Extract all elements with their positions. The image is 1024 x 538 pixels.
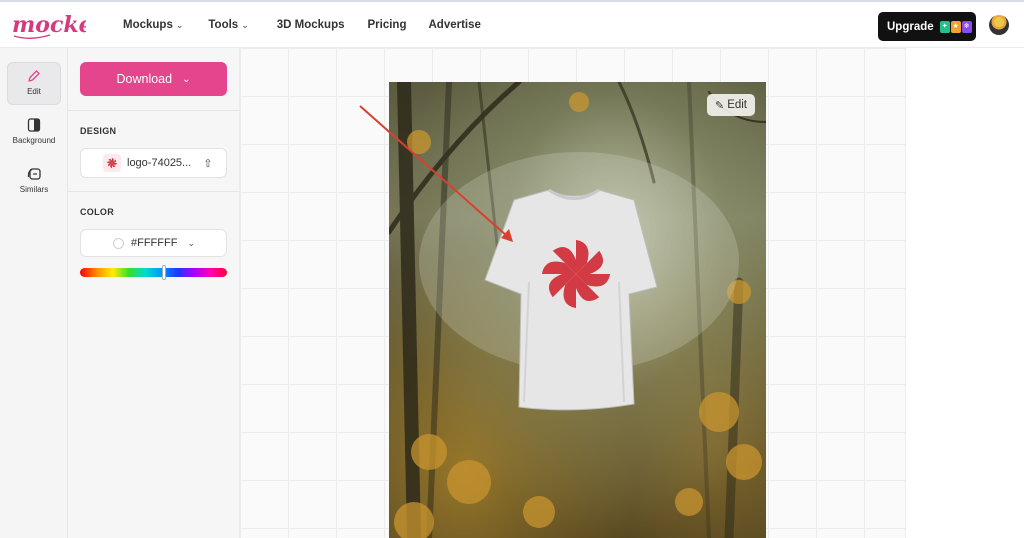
edit-mockup-button[interactable]: ✎ Edit bbox=[707, 94, 755, 116]
color-picker-dropdown[interactable]: #FFFFFF ⌄ bbox=[80, 229, 227, 257]
color-value: #FFFFFF bbox=[131, 237, 178, 249]
nav-3d-mockups[interactable]: 3D Mockups bbox=[277, 19, 345, 31]
divider bbox=[68, 191, 240, 192]
edit-panel: Download ⌄ DESIGN logo-74025... ⇧ COLOR bbox=[68, 48, 240, 538]
pencil-icon bbox=[28, 70, 40, 82]
star-icon: ★ bbox=[950, 20, 961, 33]
divider bbox=[68, 110, 240, 111]
color-swatch bbox=[113, 237, 124, 249]
rail-item-similars[interactable]: Similars bbox=[7, 161, 61, 204]
chevron-down-icon: ⌄ bbox=[182, 73, 191, 85]
upgrade-button[interactable]: Upgrade ✦ ★ ❄ bbox=[878, 12, 976, 41]
svg-text:mockey: mockey bbox=[12, 12, 86, 38]
rail-item-edit-label: Edit bbox=[27, 87, 41, 96]
tool-rail: Edit Background Similars bbox=[0, 48, 68, 538]
edit-mockup-label: Edit bbox=[727, 99, 748, 111]
nav-pricing[interactable]: Pricing bbox=[368, 19, 407, 31]
chevron-down-icon: ⌄ bbox=[175, 19, 184, 30]
design-file-chip[interactable]: logo-74025... ⇧ bbox=[80, 148, 227, 178]
upload-icon[interactable]: ⇧ bbox=[203, 157, 212, 170]
pencil-icon: ✎ bbox=[714, 99, 725, 112]
upgrade-label: Upgrade bbox=[887, 20, 934, 33]
rail-item-background[interactable]: Background bbox=[7, 112, 61, 155]
nav-advertise-label: Advertise bbox=[428, 19, 481, 31]
hue-slider[interactable] bbox=[80, 268, 227, 277]
nav-3d-mockups-label: 3D Mockups bbox=[276, 19, 345, 31]
nav-tools[interactable]: Tools ⌄ bbox=[208, 19, 248, 31]
user-avatar[interactable] bbox=[989, 15, 1009, 35]
design-thumbnail bbox=[103, 154, 121, 172]
download-label: Download bbox=[116, 72, 173, 86]
right-strip bbox=[905, 48, 1024, 538]
upgrade-badges: ✦ ★ ❄ bbox=[939, 20, 972, 33]
nav-advertise[interactable]: Advertise bbox=[428, 19, 480, 31]
snowflake-icon: ❄ bbox=[961, 20, 972, 33]
design-heading: DESIGN bbox=[80, 126, 117, 136]
nav-pricing-label: Pricing bbox=[367, 19, 407, 31]
top-navbar: mockey Mockups ⌄ Tools ⌄ 3D Mockups Pric… bbox=[0, 0, 1024, 48]
design-file-name: logo-74025... bbox=[127, 157, 192, 169]
nav-tools-label: Tools bbox=[208, 19, 239, 31]
rail-item-background-label: Background bbox=[12, 136, 56, 145]
color-heading: COLOR bbox=[80, 207, 114, 217]
download-button[interactable]: Download ⌄ bbox=[80, 62, 227, 96]
annotation-arrow bbox=[359, 105, 513, 242]
similars-icon bbox=[27, 168, 41, 180]
rail-item-similars-label: Similars bbox=[19, 185, 49, 194]
swirl-logo-icon bbox=[107, 158, 117, 168]
sparkle-icon: ✦ bbox=[939, 20, 950, 33]
background-icon bbox=[27, 118, 41, 132]
main-nav: Mockups ⌄ Tools ⌄ 3D Mockups Pricing Adv… bbox=[123, 2, 481, 48]
mockey-logo[interactable]: mockey bbox=[10, 8, 86, 42]
chevron-down-icon: ⌄ bbox=[187, 237, 195, 248]
chevron-down-icon: ⌄ bbox=[241, 19, 249, 30]
rail-item-edit[interactable]: Edit bbox=[7, 62, 61, 105]
nav-mockups-label: Mockups bbox=[123, 19, 173, 31]
hue-slider-handle[interactable] bbox=[162, 265, 166, 280]
nav-mockups[interactable]: Mockups ⌄ bbox=[123, 19, 183, 31]
